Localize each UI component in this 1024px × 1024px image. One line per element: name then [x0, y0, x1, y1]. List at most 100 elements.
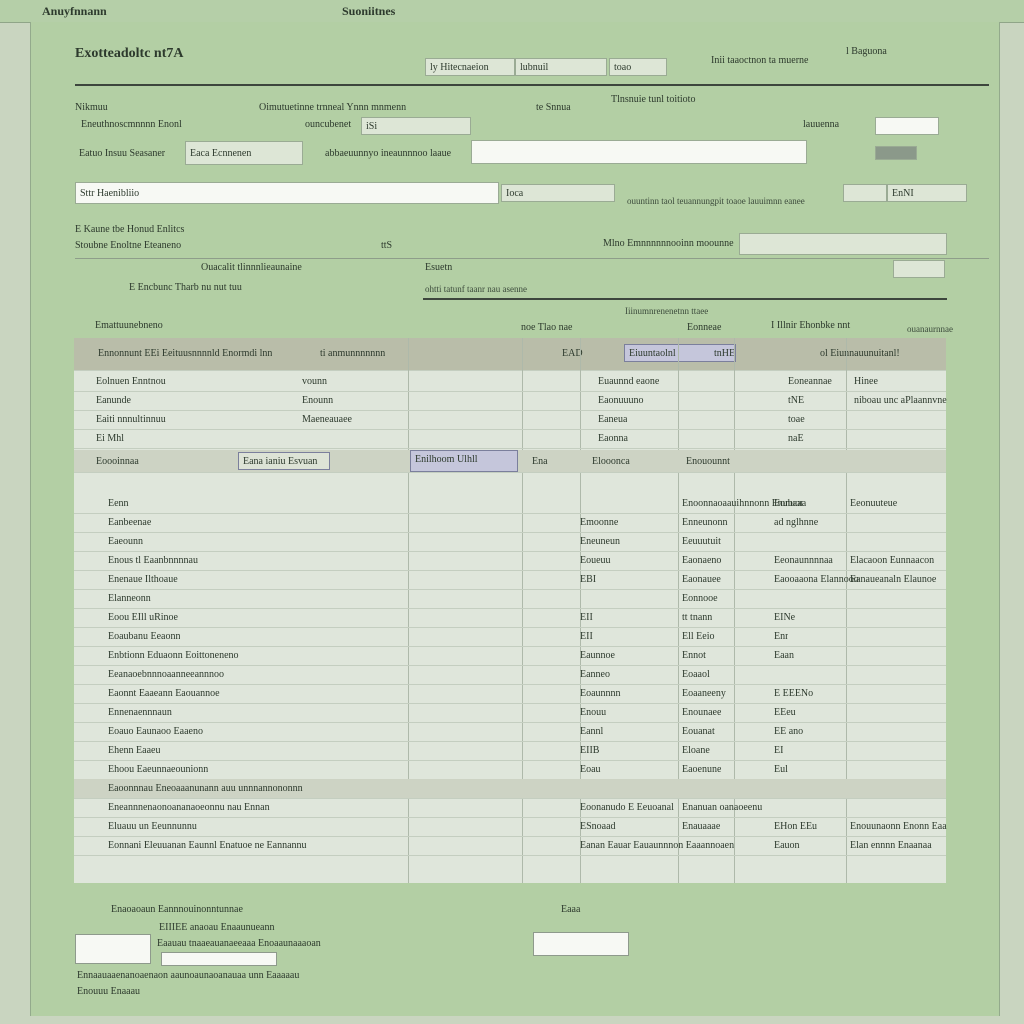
table-cell: vounn [302, 376, 327, 387]
search-extra-field[interactable] [843, 184, 887, 202]
footer-button-left[interactable] [75, 934, 151, 964]
table-cell: Enr [774, 631, 789, 642]
row2-input[interactable]: iSi [361, 117, 471, 135]
table-cell: Eanan Eauar Eauaunnnon Eaaannoaen [580, 840, 735, 851]
table-cell: Elan ennnn Enaanaa [850, 840, 932, 851]
top-bar-center-label: Suoniitnes [342, 4, 396, 18]
table-cell: Eanneo [580, 669, 610, 680]
table-cell: EIIB [580, 745, 600, 756]
table-cell: naE [788, 433, 804, 444]
table-cell: Ennenaennnaun [108, 707, 172, 718]
table-row[interactable]: Enbtionn Eduaonn Eoittoneneno Eaunnoe Enno… [74, 646, 946, 666]
table-row[interactable]: Ehoou Eaeunnaeounionn Eoau Eaoenune Eul [74, 760, 946, 780]
table-cell: ESnoaad [580, 821, 616, 832]
table-row[interactable]: Ei Mhl Eaonna naE [74, 429, 946, 449]
row3-field[interactable]: Eaca Ecnnenen [185, 141, 303, 165]
table-cell: Eluauu un Eeunnunnu [108, 821, 197, 832]
table-cell: E EEENo [774, 688, 814, 699]
section2-sub-b: Esuetn [425, 262, 453, 273]
table-row[interactable]: Eonnani Eleuuanan Eaunnl Enatuoe ne Eann… [74, 836, 946, 856]
table-cell: Eoau [580, 764, 601, 775]
header-divider [75, 84, 989, 86]
table-row[interactable]: Eolnuen Enntnou vounn Euaunnd eaone Eoneann… [74, 372, 946, 392]
col-head-d: I Illnir Ehonbke nnt [771, 320, 851, 331]
table-row[interactable]: Eeanaoebnnnoaanneeannnoo Eanneo Eoaaol [74, 665, 946, 685]
table-cell: Eaonauee [682, 574, 721, 585]
section1-label-c: te Snnua [536, 102, 571, 113]
table-row[interactable]: Enenaue Ilthoaue EBI Eaonauee Eaooaaona Ela… [74, 570, 946, 590]
table-row[interactable]: Eoauo Eaunaoo Eaaeno Eannl Eouanat EE ano [74, 722, 946, 742]
table-cell: Eoneannae [788, 376, 832, 387]
row2-label: Eneuthnoscmnnnn Enonl [81, 119, 182, 130]
table-cell: Enanuan oanaoeenu [682, 802, 763, 813]
top-bar-left-label: Anuyfnnann [42, 4, 107, 18]
table-row[interactable]: Eanbeenae Emoonne Enneunonn ad nglhnne [74, 513, 946, 533]
table-row[interactable]: Enous tl Eaanbnnnnau Eoueuu Eaonaeno Eeonau… [74, 551, 946, 571]
table-row[interactable]: Eneannnenaonoananaoeonnu nau Ennan Eoonan… [74, 798, 946, 818]
header-field-suffix[interactable]: toao [609, 58, 667, 76]
header-field-input[interactable]: lubnuil [515, 58, 607, 76]
row3-text-input[interactable] [471, 140, 807, 164]
section1-label-d: Tlnsnuie tunl toitioto [611, 94, 696, 105]
table-cell: Eaonna [598, 433, 628, 444]
band-select-b[interactable]: Enilhoom Ulhll [410, 450, 518, 472]
search-right-field[interactable]: EnNI [887, 184, 967, 202]
table-cell: Eoueuu [580, 555, 611, 566]
table-cell: Eouanat [682, 726, 715, 737]
table-header-cell: tnHE [714, 348, 736, 359]
table-cell: Eaooaaona Elannooo [774, 574, 859, 585]
table-cell: Ehoou Eaeunnaeounionn [108, 764, 209, 775]
search-button[interactable]: Ioca [501, 184, 615, 202]
section1-label-b: Oimutuetinne trnneal Ynnn mnmenn [259, 102, 407, 113]
table-cell: Eonnani Eleuuanan Eaunnl Enatuoe ne Eann… [108, 840, 307, 851]
table-row[interactable]: Eenn Enoonnaoaauihnnonn Enubaaa Eonuor Eeon… [74, 494, 946, 514]
footer-input[interactable] [161, 952, 277, 966]
table-row[interactable]: Eanunde Enounn Eaonuuuno tNE niboau unc aPla… [74, 391, 947, 411]
table-cell: EE ano [774, 726, 804, 737]
section2-label-b-value: ttS [381, 240, 393, 251]
table-row[interactable]: Eoou EIll uRinoe EII tt tnann EINe [74, 608, 946, 628]
table-cell: Emoonne [580, 517, 619, 528]
table-cell: Ennot [682, 650, 706, 661]
table-row[interactable]: Ehenn Eaaeu EIIB Eloane EI [74, 741, 946, 761]
table-row[interactable]: Eaeounn Eneuneun Eeuuutuit [74, 532, 946, 552]
table-cell: EII [580, 612, 593, 623]
table-row[interactable]: Eaiti nnnultinnuu Maeneauaee Eaneua toae [74, 410, 946, 430]
table-cell: Enneunonn [682, 517, 728, 528]
band-select-a[interactable]: Eana ianiu Esvuan [238, 452, 330, 470]
row3-mid-label: abbaeuunnyo ineaunnnoo laaue [325, 148, 452, 159]
row2-right-input[interactable] [875, 117, 939, 135]
table-row[interactable]: Eluauu un Eeunnunnu ESnoaad Enauaaae EHon E… [74, 817, 947, 837]
table-cell: Eaan [774, 650, 794, 661]
row2-right-label: lauuenna [803, 119, 840, 130]
table-cell: Enounaee [682, 707, 722, 718]
table-row[interactable]: Elanneonn Eonnooe [74, 589, 946, 609]
band-cell: Eoooinnaa [96, 456, 139, 467]
table-cell: Eeonaunnnnaa [774, 555, 833, 566]
table-cell: Elacaoon Eunnaacon [850, 555, 935, 566]
table-row[interactable]: Eaonnt Eaaeann Eaouannoe Eoaunnnn Eoaaneen… [74, 684, 946, 704]
data-table: Ennonnunt EEi Eeituusnnnnld Enormdi lnn … [74, 338, 947, 883]
footer-line3: Eaauau tnaaeauanaeeaaa Enoaaunaaaoan [157, 938, 321, 949]
table-cell: ad nglhnne [774, 517, 819, 528]
table-cell: Eoonanudo E Eeuoanal [580, 802, 674, 813]
footer-button-right[interactable] [533, 932, 629, 956]
section2-right-input[interactable] [739, 233, 947, 255]
footer-line4: Ennaauaaenanoaenaon aaunoaunaoanauaa unn… [77, 970, 300, 981]
search-input[interactable]: Sttr Haenibliio [75, 182, 499, 204]
table-cell: Eoauo Eaunaoo Eaaeno [108, 726, 203, 737]
table-row[interactable]: Eaoonnnau Eneoaaanunann auu unnnannononn… [74, 779, 946, 799]
section2-sub-field[interactable] [893, 260, 945, 278]
table-cell: Eaonnt Eaaeann Eaouannoe [108, 688, 220, 699]
table-row[interactable]: Ennenaennnaun Enouu Enounaee EEeu [74, 703, 946, 723]
table-header-cell: Ennonnunt EEi Eeituusnnnnld Enormdi lnn [98, 348, 273, 359]
top-bar: Anuyfnnann Suoniitnes [0, 0, 1024, 23]
group-label: Emattuunebneno [95, 320, 163, 331]
col-head-c: Eonneae [687, 322, 722, 333]
form-title: Exotteadoltc nt7A [75, 46, 184, 61]
table-cell: Eenn [108, 498, 129, 509]
table-row[interactable]: Eoaubanu Eeaonn EII Ell Eeio Enr [74, 627, 946, 647]
table-cell: Eonuor [774, 498, 804, 509]
table-cell: EEeu [774, 707, 796, 718]
table-cell: Eoaubanu Eeaonn [108, 631, 181, 642]
